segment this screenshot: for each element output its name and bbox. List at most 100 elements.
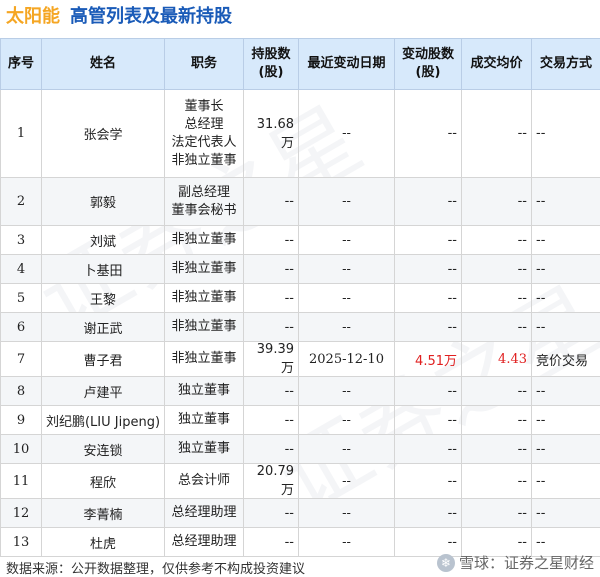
- avg-price: --: [461, 434, 532, 464]
- executive-roles: 非独立董事: [164, 312, 244, 342]
- changed-shares: --: [394, 405, 462, 435]
- avg-price: --: [461, 405, 532, 435]
- executive-roles: 董事长 总经理 法定代表人 非独立董事: [164, 89, 244, 178]
- table-row: 1 张会学 董事长 总经理 法定代表人 非独立董事 31.68万 -- -- -- --: [0, 89, 600, 178]
- role-label: 独立董事: [177, 383, 230, 398]
- row-index: 5: [0, 283, 42, 313]
- shares-held: --: [243, 498, 299, 528]
- column-header: 最近变动日期: [298, 38, 395, 90]
- changed-shares: --: [394, 312, 462, 342]
- company-name: 太阳能: [6, 6, 60, 27]
- row-index: 13: [0, 527, 42, 557]
- row-index: 12: [0, 498, 42, 528]
- table-row: 10 安连锁 独立董事 -- -- -- -- --: [0, 434, 600, 464]
- executive-name: 卜基田: [41, 254, 165, 284]
- changed-shares: --: [394, 225, 462, 255]
- avg-price: --: [461, 376, 532, 406]
- last-change-date: --: [298, 405, 395, 435]
- table-row: 7 曹子君 非独立董事 39.39万 2025-12-10 4.51万 4.43 竞价交易: [0, 341, 600, 377]
- page-title: 高管列表及最新持股: [70, 6, 232, 27]
- shares-held: --: [243, 254, 299, 284]
- column-header: 姓名: [41, 38, 165, 90]
- row-index: 6: [0, 312, 42, 342]
- row-index: 11: [0, 463, 42, 499]
- column-header: 持股数 (股): [243, 38, 299, 90]
- table-row: 12 李菁楠 总经理助理 -- -- -- -- --: [0, 498, 600, 528]
- changed-shares: --: [394, 254, 462, 284]
- role-label: 总经理助理: [171, 505, 237, 520]
- executive-roles: 独立董事: [164, 434, 244, 464]
- last-change-date: --: [298, 498, 395, 528]
- row-index: 1: [0, 89, 42, 178]
- page-header: 太阳能 高管列表及最新持股: [6, 2, 232, 28]
- trade-method: --: [531, 434, 600, 464]
- executive-name: 程欣: [41, 463, 165, 499]
- role-label: 非独立董事: [171, 261, 237, 276]
- table-row: 6 谢正武 非独立董事 -- -- -- -- --: [0, 312, 600, 342]
- shares-held: --: [243, 312, 299, 342]
- executive-roles: 非独立董事: [164, 283, 244, 313]
- avg-price: 4.43: [461, 341, 532, 377]
- shares-held: --: [243, 527, 299, 557]
- executive-roles: 独立董事: [164, 405, 244, 435]
- changed-shares: --: [394, 376, 462, 406]
- shares-held: --: [243, 177, 299, 226]
- row-index: 2: [0, 177, 42, 226]
- shares-held: 31.68万: [243, 89, 299, 178]
- trade-method: --: [531, 463, 600, 499]
- table-row: 5 王黎 非独立董事 -- -- -- -- --: [0, 283, 600, 313]
- trade-method: --: [531, 312, 600, 342]
- avg-price: --: [461, 312, 532, 342]
- snowball-icon: ❄: [436, 553, 455, 572]
- column-header: 交易方式: [531, 38, 600, 90]
- executive-roles: 总会计师: [164, 463, 244, 499]
- executive-name: 刘斌: [41, 225, 165, 255]
- executive-roles: 非独立董事: [164, 225, 244, 255]
- shares-held: --: [243, 405, 299, 435]
- changed-shares: --: [394, 463, 462, 499]
- role-label: 法定代表人: [171, 134, 237, 150]
- avg-price: --: [461, 283, 532, 313]
- avg-price: --: [461, 254, 532, 284]
- role-label: 非独立董事: [171, 290, 237, 305]
- role-label: 副总经理: [177, 184, 230, 200]
- executive-roles: 非独立董事: [164, 254, 244, 284]
- role-label: 独立董事: [177, 441, 230, 456]
- column-header: 职务: [164, 38, 244, 90]
- data-source-note: 数据来源：公开数据整理，仅供参考不构成投资建议: [6, 562, 306, 577]
- executive-name: 刘纪鹏(LIU Jipeng): [41, 405, 165, 435]
- executive-name: 郭毅: [41, 177, 165, 226]
- brand-footer: ❄ 雪球：证券之星财经: [436, 552, 594, 573]
- executive-name: 李菁楠: [41, 498, 165, 528]
- executive-name: 卢建平: [41, 376, 165, 406]
- role-label: 董事会秘书: [171, 202, 237, 218]
- shares-held: --: [243, 225, 299, 255]
- last-change-date: --: [298, 225, 395, 255]
- trade-method: --: [531, 89, 600, 178]
- executive-name: 安连锁: [41, 434, 165, 464]
- trade-method: --: [531, 405, 600, 435]
- table-header-row: 序号 姓名 职务 持股数 (股) 最近变动日期 变动股数 (股) 成交均价 交易方式: [0, 38, 600, 90]
- shares-held: --: [243, 434, 299, 464]
- column-header: 成交均价: [461, 38, 532, 90]
- role-label: 非独立董事: [171, 152, 237, 168]
- changed-shares: 4.51万: [394, 341, 462, 377]
- table-row: 2 郭毅 副总经理 董事会秘书 -- -- -- -- --: [0, 177, 600, 226]
- last-change-date: --: [298, 463, 395, 499]
- table-row: 9 刘纪鹏(LIU Jipeng) 独立董事 -- -- -- -- --: [0, 405, 600, 435]
- row-index: 8: [0, 376, 42, 406]
- trade-method: --: [531, 254, 600, 284]
- last-change-date: --: [298, 177, 395, 226]
- column-header: 变动股数 (股): [394, 38, 462, 90]
- executive-roles: 总经理助理: [164, 498, 244, 528]
- avg-price: --: [461, 89, 532, 178]
- changed-shares: --: [394, 177, 462, 226]
- role-label: 总经理: [184, 116, 224, 132]
- column-header: 序号: [0, 38, 42, 90]
- avg-price: --: [461, 177, 532, 226]
- trade-method: --: [531, 376, 600, 406]
- trade-method: --: [531, 283, 600, 313]
- executive-roles: 副总经理 董事会秘书: [164, 177, 244, 226]
- changed-shares: --: [394, 498, 462, 528]
- changed-shares: --: [394, 434, 462, 464]
